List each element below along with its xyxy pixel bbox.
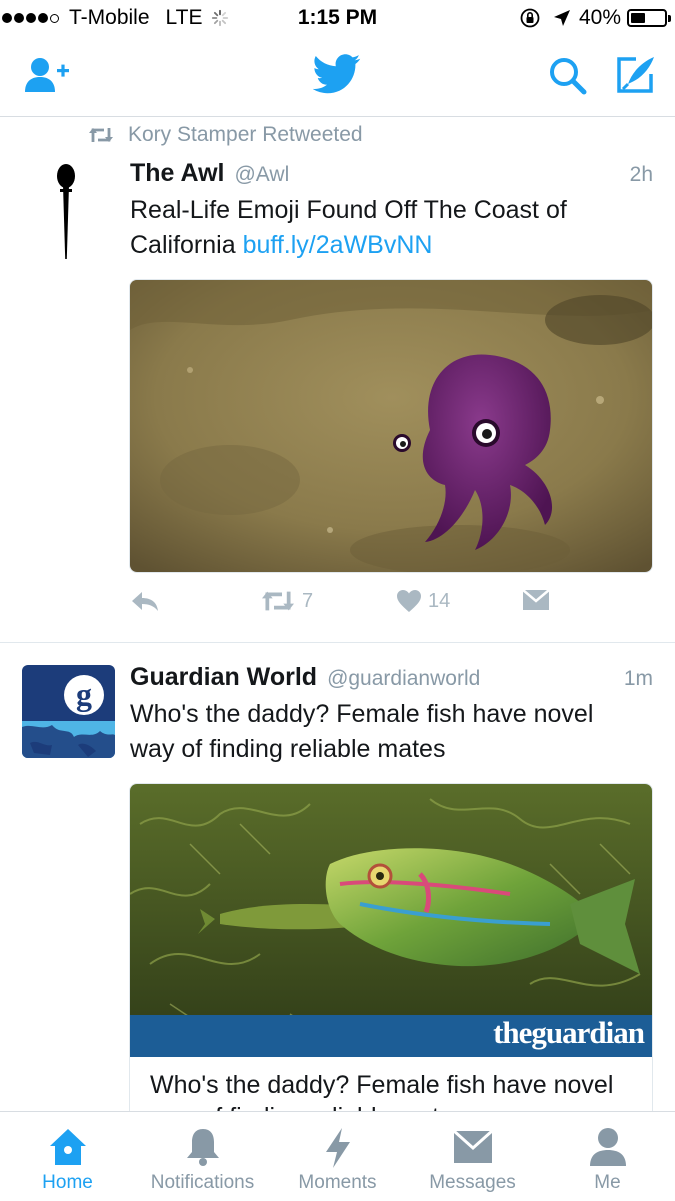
retweet-icon [89,128,113,142]
reply-button[interactable] [130,589,160,613]
tweet-text: Who's the daddy? Female fish have novel … [130,700,594,763]
svg-text:g: g [76,676,92,712]
the-awl-avatar[interactable] [46,163,86,259]
retweeted-by-label: Kory Stamper Retweeted [128,123,363,146]
tweet-actions: 7 14 [130,589,570,629]
author-handle: @Awl [234,163,290,186]
direct-message-button[interactable] [522,589,550,611]
person-icon [589,1128,626,1166]
tweet-image-squid[interactable] [129,279,653,573]
tab-moments[interactable]: Moments [270,1112,405,1201]
like-button[interactable]: 14 [396,589,450,613]
tweet-card[interactable]: g Guardian World @guardianworld 1m Who's… [0,643,675,1111]
author-name[interactable]: Guardian World [130,663,317,692]
envelope-icon [452,1130,493,1163]
tweet-text: Real-Life Emoji Found Off The Coast of C… [130,193,650,263]
tab-me[interactable]: Me [540,1112,675,1201]
bottom-tab-bar: Home Notifications Moments Messages Me [0,1111,675,1200]
compose-icon[interactable] [614,54,656,96]
retweet-icon [262,591,294,611]
timeline-feed[interactable]: Kory Stamper Retweeted The Awl @Awl 2h R… [0,117,675,1111]
author-handle: @guardianworld [327,667,481,690]
top-nav-bar [0,38,675,117]
battery-icon [627,9,671,27]
add-user-icon[interactable] [24,56,70,96]
home-icon [49,1129,86,1165]
lightning-icon [325,1128,350,1168]
tab-notifications[interactable]: Notifications [135,1112,270,1201]
guardian-logo: g [22,665,115,758]
status-right: 40% [519,6,671,30]
search-icon[interactable] [548,56,588,96]
tweet-image-fish[interactable]: theguardian [129,783,653,1057]
retweet-button[interactable]: 7 [260,589,313,613]
guardian-world-avatar[interactable]: g [22,665,115,758]
tweet-header: The Awl @Awl [130,159,289,188]
envelope-icon [522,589,550,610]
heart-icon [397,590,421,612]
tab-moments-label: Moments [298,1172,377,1193]
battery-percent: 40% [578,6,621,29]
tweet-time: 2h [629,163,653,186]
bell-icon [186,1129,219,1166]
reply-icon [132,592,158,611]
tab-home[interactable]: Home [0,1112,135,1201]
squid-photo [130,280,652,572]
tab-home-label: Home [42,1172,93,1193]
tweet-time: 1m [623,667,653,690]
status-bar: T-Mobile LTE 1:15 PM 40% [0,0,675,38]
tab-me-label: Me [594,1172,621,1193]
retweet-context: Kory Stamper Retweeted [88,123,363,147]
twitter-bird-icon [313,54,361,94]
retweet-count: 7 [302,589,314,612]
tweet-link[interactable]: buff.ly/2aWBvNN [243,231,433,259]
author-name[interactable]: The Awl [130,159,224,188]
location-arrow-icon [553,10,570,26]
tab-messages[interactable]: Messages [405,1112,540,1201]
tab-messages-label: Messages [429,1172,516,1193]
tab-notifications-label: Notifications [150,1172,255,1193]
tweet-header: Guardian World @guardianworld [130,663,480,692]
tweet-card[interactable]: Kory Stamper Retweeted The Awl @Awl 2h R… [0,117,675,643]
card-brand-wordmark: theguardian [493,1015,645,1050]
link-card-title[interactable]: Who's the daddy? Female fish have novel … [129,1055,653,1111]
orientation-lock-icon [520,8,540,28]
like-count: 14 [428,589,451,612]
